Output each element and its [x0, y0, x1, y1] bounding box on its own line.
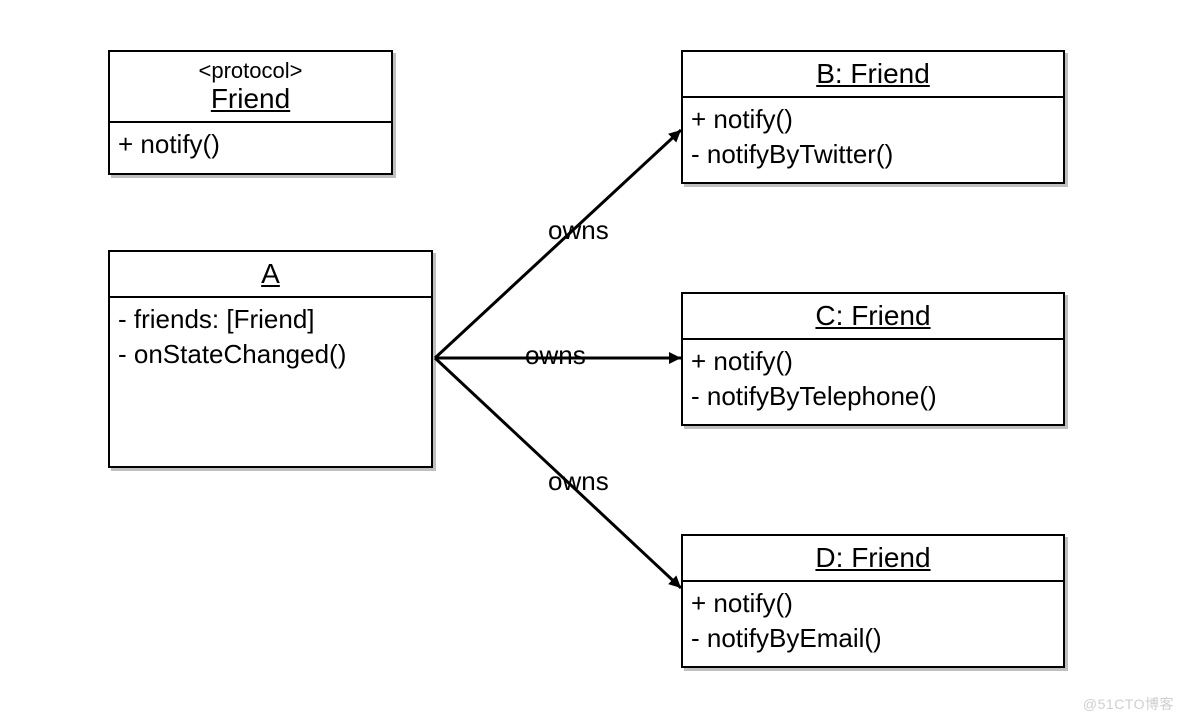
stereotype-label: <protocol>: [118, 58, 383, 83]
class-members: + notify() - notifyByTelephone(): [683, 340, 1063, 424]
class-name: B: Friend: [816, 58, 930, 89]
member-row: + notify(): [691, 102, 1055, 137]
class-title: B: Friend: [683, 52, 1063, 98]
class-title: <protocol> Friend: [110, 52, 391, 123]
watermark-text: @51CTO博客: [1083, 694, 1174, 714]
class-name: D: Friend: [815, 542, 930, 573]
class-title: C: Friend: [683, 294, 1063, 340]
relation-label-owns-d: owns: [548, 466, 609, 497]
class-title: A: [110, 252, 431, 298]
member-row: + notify(): [691, 586, 1055, 621]
class-members: - friends: [Friend] - onStateChanged(): [110, 298, 431, 382]
member-row: - notifyByTelephone(): [691, 379, 1055, 414]
class-name: A: [261, 258, 280, 289]
class-friend-protocol: <protocol> Friend + notify(): [108, 50, 393, 175]
class-members: + notify(): [110, 123, 391, 172]
member-row: - notifyByEmail(): [691, 621, 1055, 656]
class-c: C: Friend + notify() - notifyByTelephone…: [681, 292, 1065, 426]
member-row: + notify(): [118, 127, 383, 162]
member-row: - friends: [Friend]: [118, 302, 423, 337]
class-members: + notify() - notifyByTwitter(): [683, 98, 1063, 182]
relation-label-owns-c: owns: [525, 340, 586, 371]
member-row: - notifyByTwitter(): [691, 137, 1055, 172]
class-a: A - friends: [Friend] - onStateChanged(): [108, 250, 433, 468]
member-row: + notify(): [691, 344, 1055, 379]
class-name: C: Friend: [815, 300, 930, 331]
class-name: Friend: [211, 83, 290, 114]
member-row: - onStateChanged(): [118, 337, 423, 372]
class-d: D: Friend + notify() - notifyByEmail(): [681, 534, 1065, 668]
relation-label-owns-b: owns: [548, 215, 609, 246]
class-b: B: Friend + notify() - notifyByTwitter(): [681, 50, 1065, 184]
class-members: + notify() - notifyByEmail(): [683, 582, 1063, 666]
class-title: D: Friend: [683, 536, 1063, 582]
